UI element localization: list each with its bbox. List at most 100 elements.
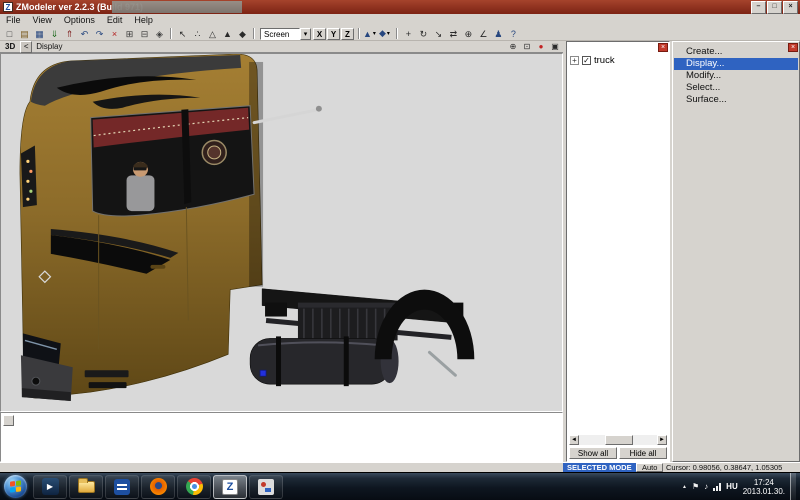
folder-icon [78,481,95,493]
options-icon[interactable]: ◈ [152,28,167,40]
zoom-in-icon[interactable]: ⊕ [507,42,519,52]
taskbar-app-firefox[interactable] [141,475,175,499]
start-button[interactable] [4,475,27,498]
taskbar-app-chrome[interactable] [177,475,211,499]
vertex-mode-icon[interactable]: ∴ [190,28,205,40]
rotate-tool-icon[interactable]: ↻ [416,28,431,40]
title-bar[interactable]: Z ZModeler ver 2.2.3 (Build 971) – □ × [0,0,800,14]
dropdown-glyph: ◆ [379,28,386,39]
dropdown-glyph: ▲ [363,29,372,39]
menu-item[interactable]: Edit [101,14,129,27]
taskbar-app-zmodeler[interactable]: Z [213,475,247,499]
command-item[interactable]: Display... [674,58,798,70]
icon-glyph: ▣ [551,42,559,51]
shading-dropdown[interactable]: ◆▾ [379,28,391,40]
clock-date: 2013.01.30. [743,487,785,496]
window-controls: – □ × [751,1,800,14]
auto-button[interactable]: Auto [636,463,663,472]
tree-checkbox[interactable]: ✓ [582,56,591,65]
taskbar-app-image-editor[interactable] [249,475,283,499]
select-mode-icon[interactable]: ↖ [175,28,190,40]
command-item[interactable]: Surface... [674,94,798,106]
minimize-button[interactable]: – [751,1,766,14]
measure-tool-icon[interactable]: ∠ [476,28,491,40]
delete-icon[interactable]: × [107,28,122,40]
viewport-dimension-button[interactable]: 3D [2,42,18,51]
paste-icon[interactable]: ⊟ [137,28,152,40]
screen-select[interactable]: Screen ▾ [260,28,311,40]
axis-y-button[interactable]: Y [327,28,340,40]
selected-mode-badge[interactable]: SELECTED MODE [563,463,636,472]
help-icon[interactable]: ? [506,28,521,40]
save-file-icon[interactable]: ▦ [32,28,47,40]
import-icon[interactable]: ⇓ [47,28,62,40]
taskbar-app-file-manager[interactable] [105,475,139,499]
viewport-back-button[interactable]: < [20,41,32,53]
tool-icon-group: +↻↘⇄⊕∠♟? [401,28,521,40]
redo-icon[interactable]: ↷ [92,28,107,40]
windows-taskbar: ▶ Z ▲ ⚑ ♪ HU 17:24 2013.01.30. [0,472,800,500]
chevron-down-icon[interactable]: ▾ [300,28,311,40]
face-mode-icon[interactable]: ▲ [220,28,235,40]
network-icon[interactable] [713,483,721,491]
primitives-dropdown[interactable]: ▲▾ [363,28,377,40]
fuel-tank [250,338,391,384]
mirror-tool-icon[interactable]: ⇄ [446,28,461,40]
file-icon-group: □▤▦⇓⇑↶↷×⊞⊟◈ [2,28,167,40]
close-icon[interactable]: × [658,43,668,52]
tree-horizontal-scrollbar[interactable]: ◄ ► [569,435,667,445]
zoom-extents-icon[interactable]: ⊡ [521,42,533,52]
chevron-down-icon: ▾ [372,30,377,37]
media-player-icon: ▶ [42,478,59,495]
snap-tool-icon[interactable]: ⊕ [461,28,476,40]
scale-tool-icon[interactable]: ↘ [431,28,446,40]
screen-select-value: Screen [260,28,300,40]
hidden-icons-chevron-icon[interactable]: ▲ [682,484,687,490]
export-icon[interactable]: ⇑ [62,28,77,40]
new-file-icon[interactable]: □ [2,28,17,40]
tree-node-truck[interactable]: + ✓ truck [570,55,615,66]
object-mode-icon[interactable]: ◆ [235,28,250,40]
manipulator-icon[interactable]: ♟ [491,28,506,40]
copy-icon[interactable]: ⊞ [122,28,137,40]
menu-item[interactable]: Options [58,14,101,27]
clock[interactable]: 17:24 2013.01.30. [743,478,785,496]
close-button[interactable]: × [783,1,798,14]
cab-step [85,370,129,377]
open-file-icon[interactable]: ▤ [17,28,32,40]
record-icon[interactable]: ● [535,42,547,52]
hide-all-button[interactable]: Hide all [619,447,667,459]
axis-z-button[interactable]: Z [341,28,354,40]
menu-item[interactable]: Help [128,14,159,27]
truck-model[interactable] [20,54,474,401]
move-tool-icon[interactable]: + [401,28,416,40]
command-item[interactable]: Select... [674,82,798,94]
taskbar-app-explorer[interactable] [69,475,103,499]
command-item[interactable]: Modify... [674,70,798,82]
action-center-flag-icon[interactable]: ⚑ [692,482,699,491]
viewport-mode-button[interactable]: Display [34,42,62,51]
menu-item[interactable]: File [0,14,27,27]
maximize-button[interactable]: □ [767,1,782,14]
volume-icon[interactable]: ♪ [704,482,708,491]
scrollbar-thumb[interactable] [605,435,633,445]
show-desktop-button[interactable] [790,473,796,500]
command-item[interactable]: Create... [674,46,798,58]
taskbar-app-media-player[interactable]: ▶ [33,475,67,499]
background-window-titlebar[interactable] [112,1,242,13]
materials-panel[interactable] [0,412,563,462]
scroll-left-icon[interactable]: ◄ [569,435,579,445]
menu-item[interactable]: View [27,14,58,27]
viewport-canvas[interactable] [0,53,563,412]
undo-icon[interactable]: ↶ [77,28,92,40]
edge-mode-icon[interactable]: △ [205,28,220,40]
axis-x-button[interactable]: X [313,28,326,40]
scroll-right-icon[interactable]: ► [657,435,667,445]
splitter-handle[interactable] [3,415,14,426]
axis-button-group: XYZ [313,28,355,40]
image-editor-icon [258,479,274,495]
maximize-view-icon[interactable]: ▣ [549,42,561,52]
show-all-button[interactable]: Show all [569,447,617,459]
language-indicator[interactable]: HU [726,482,738,491]
tree-expand-box[interactable]: + [570,56,579,65]
